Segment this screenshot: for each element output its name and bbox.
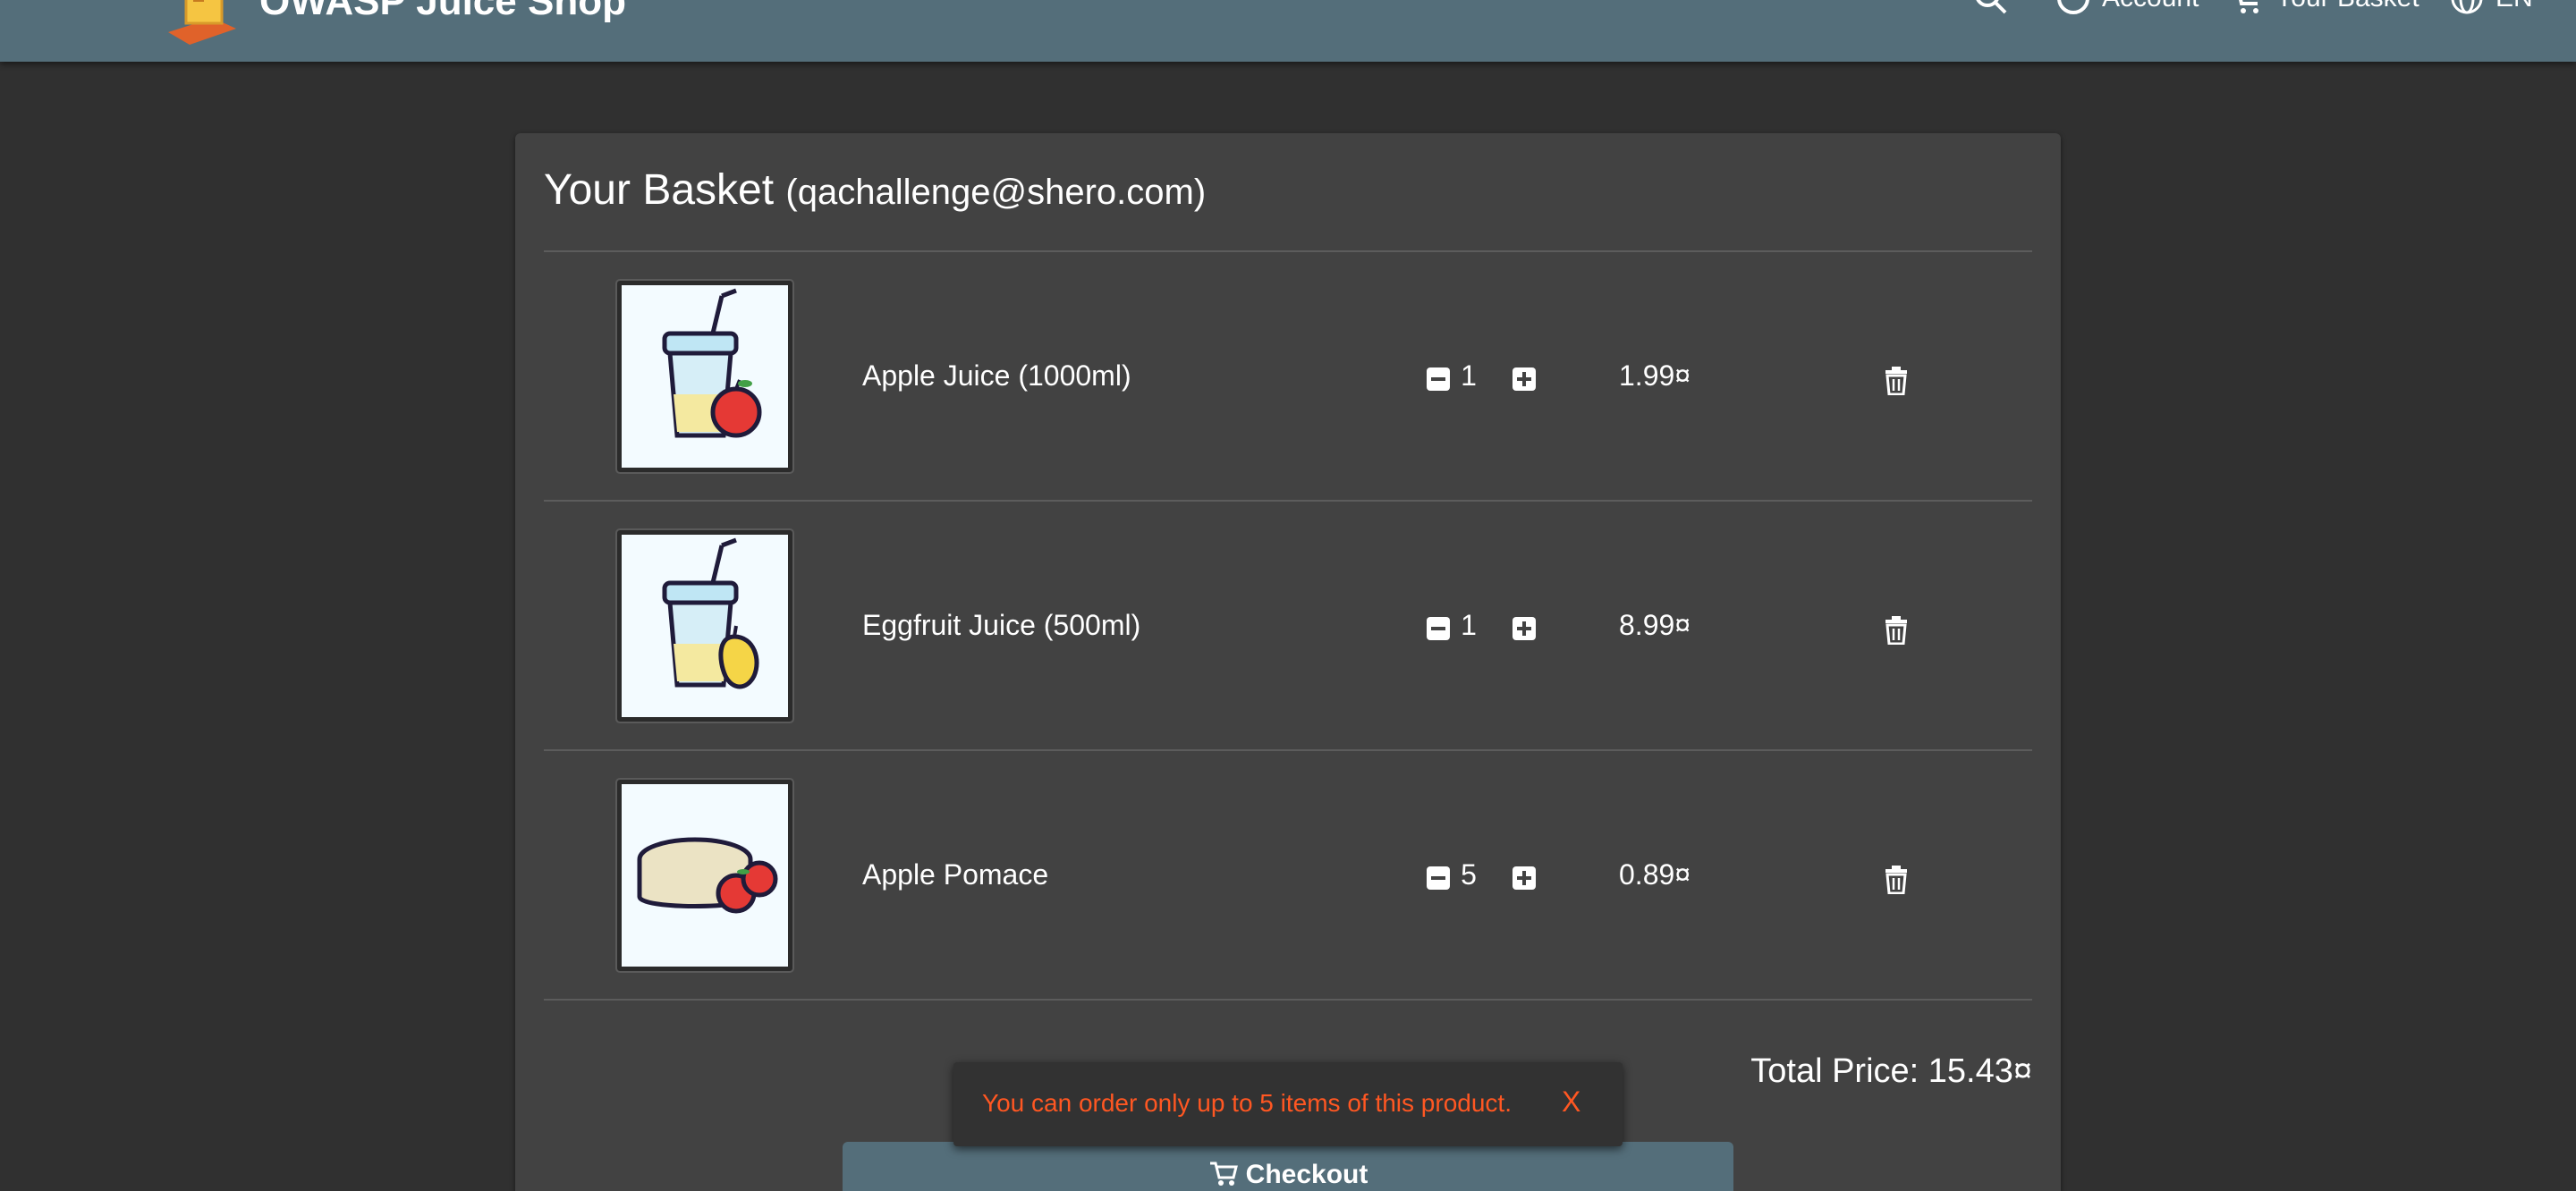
quantity-value: 1 [1461,359,1477,392]
app-title[interactable]: OWASP Juice Shop [259,0,626,21]
basket-heading: Your Basket (qachallenge@shero.com) [544,165,1206,215]
basket-item-row: Apple Pomace 5 0.89¤ [544,751,2032,998]
basket-card: Your Basket (qachallenge@shero.com) Appl… [515,133,2061,1191]
total-price: Total Price: 15.43¤ [1750,1052,2032,1090]
eggfruit-juice-icon [662,537,759,689]
product-image [615,778,794,973]
product-price: 0.89¤ [1619,858,1691,891]
quantity-value: 1 [1461,609,1477,641]
cart-arrow-icon [1209,1161,1238,1186]
error-snackbar: You can order only up to 5 items of this… [953,1062,1623,1146]
trash-icon [1885,866,1907,894]
language-label: EN [2496,0,2533,13]
delete-button[interactable] [1878,862,1914,898]
product-image [615,279,794,474]
basket-title: Your Basket [544,166,775,214]
basket-item-row: Apple Juice (1000ml) 1 1.99¤ [544,252,2032,499]
globe-icon [2451,0,2483,14]
top-toolbar: OWASP Juice Shop Account Your Basket EN [0,0,2576,62]
shopping-cart-icon [2239,0,2258,13]
search-icon[interactable] [1973,0,2009,18]
account-button[interactable]: Account [2055,0,2199,16]
snackbar-message: You can order only up to 5 items of this… [982,1089,1512,1117]
language-button[interactable]: EN [2449,0,2533,16]
product-price: 1.99¤ [1619,359,1691,392]
trash-icon [1885,367,1907,395]
juice-shop-logo[interactable] [159,0,245,45]
divider [544,999,2032,1001]
your-basket-button[interactable]: Your Basket [2229,0,2419,16]
product-name: Apple Pomace [862,858,1049,891]
account-label: Account [2102,0,2199,13]
apple-juice-icon [662,288,762,438]
checkout-button[interactable]: Checkout [843,1142,1733,1191]
delete-button[interactable] [1878,612,1914,648]
increase-quantity-button[interactable] [1512,616,1537,641]
account-circle-icon [2057,0,2089,14]
quantity-value: 5 [1461,858,1477,891]
product-image [615,528,794,723]
checkout-label: Checkout [1245,1160,1368,1189]
basket-item-row: Eggfruit Juice (500ml) 1 8.99¤ [544,502,2032,748]
delete-button[interactable] [1878,363,1914,399]
product-name: Apple Juice (1000ml) [862,359,1131,392]
user-email: (qachallenge@shero.com) [785,173,1207,212]
product-price: 8.99¤ [1619,609,1691,641]
increase-quantity-button[interactable] [1512,367,1537,392]
trash-icon [1885,616,1907,645]
increase-quantity-button[interactable] [1512,866,1537,891]
menu-icon[interactable] [64,0,104,9]
product-name: Eggfruit Juice (500ml) [862,609,1141,641]
snackbar-close-button[interactable]: X [1562,1085,1580,1119]
basket-label: Your Basket [2275,0,2419,13]
apple-pomace-icon [637,837,778,914]
